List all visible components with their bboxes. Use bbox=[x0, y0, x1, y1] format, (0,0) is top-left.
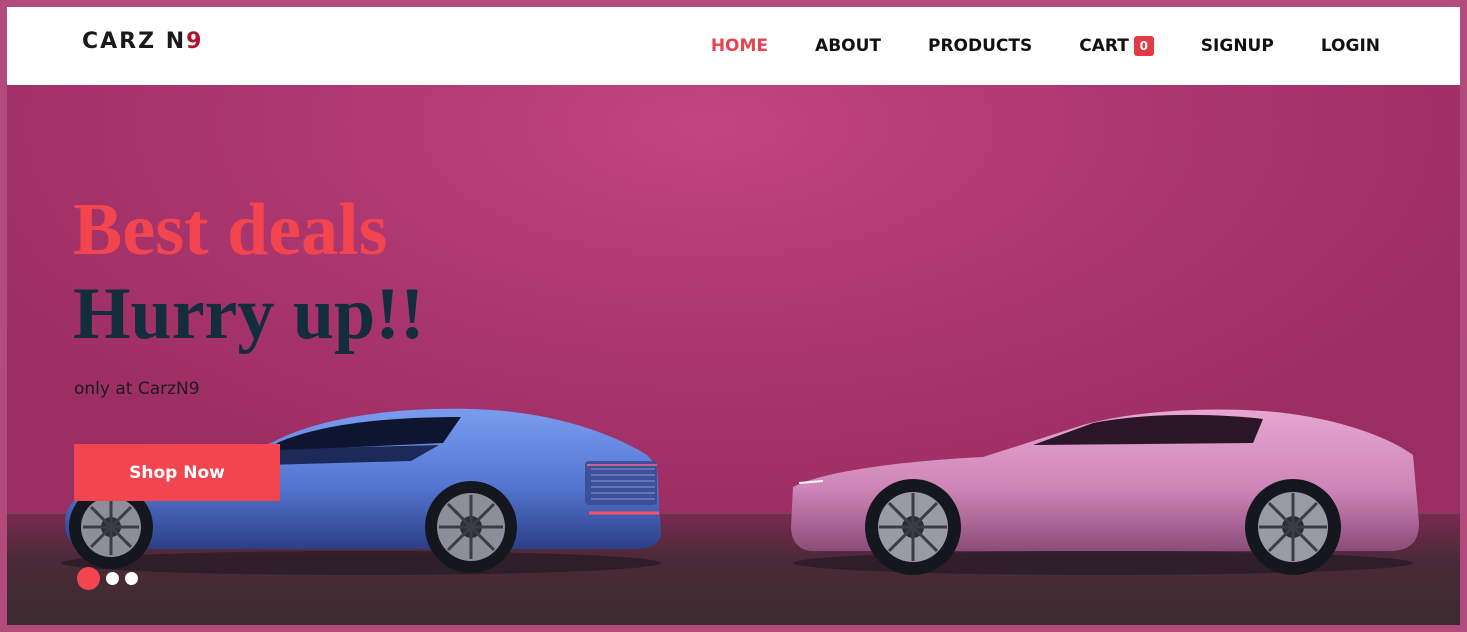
nav-signup-link[interactable]: SIGNUP bbox=[1201, 36, 1274, 56]
brand-logo[interactable]: CARZ N9 bbox=[82, 29, 203, 54]
logo-text: CARZ N bbox=[82, 29, 187, 54]
navbar: CARZ N9 HOME ABOUT PRODUCTS CART 0 SIGNU… bbox=[7, 7, 1460, 85]
nav-cart-link[interactable]: CART 0 bbox=[1079, 36, 1154, 56]
shop-now-button[interactable]: Shop Now bbox=[74, 444, 280, 501]
page-frame: CARZ N9 HOME ABOUT PRODUCTS CART 0 SIGNU… bbox=[0, 0, 1467, 632]
hero-headline-secondary: Hurry up!! bbox=[73, 273, 425, 355]
nav-about-link[interactable]: ABOUT bbox=[815, 36, 881, 56]
carousel-indicators bbox=[77, 567, 138, 590]
hero-tagline: only at CarzN9 bbox=[74, 379, 200, 399]
nav-login-link[interactable]: LOGIN bbox=[1321, 36, 1380, 56]
hero-banner: Best deals Hurry up!! only at CarzN9 Sho… bbox=[7, 85, 1460, 625]
hero-headline-primary: Best deals bbox=[73, 189, 388, 271]
nav-products-link[interactable]: PRODUCTS bbox=[928, 36, 1032, 56]
carousel-dot-3[interactable] bbox=[125, 572, 138, 585]
nav-home-link[interactable]: HOME bbox=[711, 36, 768, 56]
pink-car-image bbox=[791, 409, 1419, 575]
logo-accent: 9 bbox=[186, 29, 204, 54]
cart-label: CART bbox=[1079, 36, 1129, 56]
nav-menu: HOME ABOUT PRODUCTS CART 0 SIGNUP LOGIN bbox=[711, 7, 1380, 85]
cart-count-badge: 0 bbox=[1133, 36, 1154, 56]
carousel-dot-1[interactable] bbox=[77, 567, 100, 590]
carousel-dot-2[interactable] bbox=[106, 572, 119, 585]
